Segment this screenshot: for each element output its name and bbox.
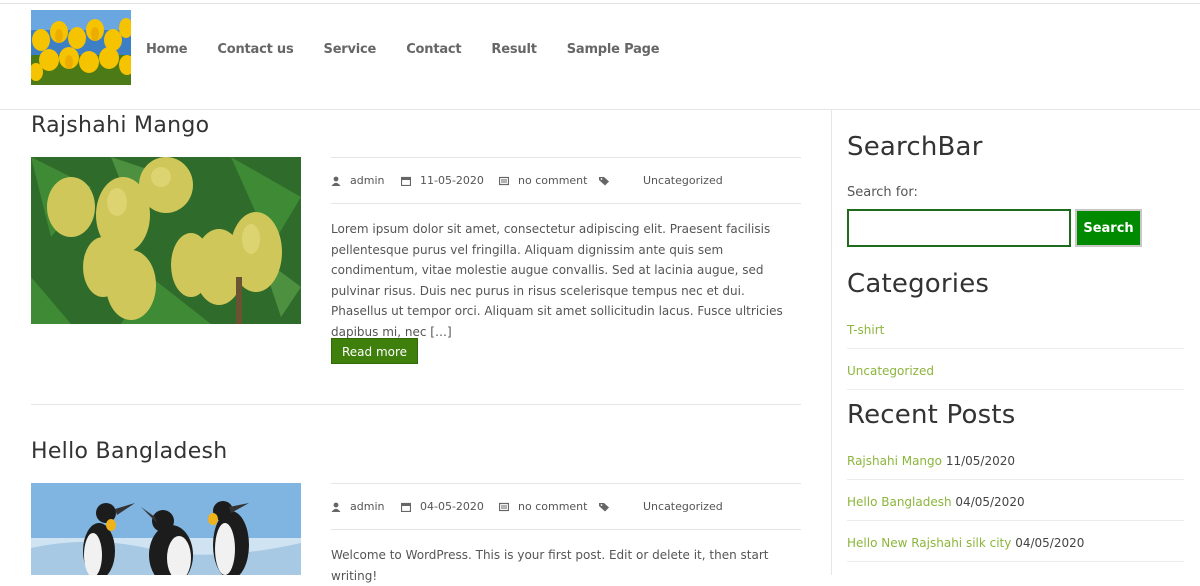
recent-post-item: Hello Bangladesh 04/05/2020 [847,495,1184,521]
post-meta: admin 04-05-2020 no comment Uncategorize… [331,483,801,530]
tags-icon [599,176,609,185]
nav-sample-page[interactable]: Sample Page [567,42,660,57]
meta-author: admin [331,174,401,187]
site-logo-tulips[interactable] [31,10,131,85]
category-link-uncategorized[interactable]: Uncategorized [847,364,1184,390]
recent-post-link[interactable]: Hello New Rajshahi silk city [847,536,1011,550]
nav-contact-us[interactable]: Contact us [217,42,293,57]
meta-comments: no comment [499,174,599,187]
meta-category-text[interactable]: Uncategorized [643,174,723,187]
meta-author-text[interactable]: admin [350,500,384,513]
meta-category-text[interactable]: Uncategorized [643,500,723,513]
nav-result[interactable]: Result [491,42,536,57]
meta-category: Uncategorized [599,500,723,513]
nav-home[interactable]: Home [146,42,188,57]
category-link-tshirt[interactable]: T-shirt [847,323,1184,349]
post-title[interactable]: Rajshahi Mango [31,113,209,138]
meta-date: 04-05-2020 [401,500,499,513]
recent-post-date: 04/05/2020 [1015,536,1085,550]
post-divider [31,404,801,405]
post-meta: admin 11-05-2020 no comment Uncategorize… [331,157,801,204]
recent-posts-title: Recent Posts [847,400,1016,430]
meta-author-text[interactable]: admin [350,174,384,187]
search-label: Search for: [847,185,918,200]
post-thumbnail-penguins[interactable] [31,483,301,575]
post-excerpt: Welcome to WordPress. This is your first… [331,548,769,583]
search-input[interactable] [847,209,1071,247]
meta-date-text[interactable]: 11-05-2020 [420,174,484,187]
meta-comments-text[interactable]: no comment [518,500,587,513]
nav-contact[interactable]: Contact [406,42,461,57]
calendar-icon [401,502,411,512]
search-widget-title: SearchBar [847,132,983,162]
meta-comments: no comment [499,500,599,513]
meta-comments-text[interactable]: no comment [518,174,587,187]
post-excerpt: Lorem ipsum dolor sit amet, consectetur … [331,222,783,339]
recent-post-item: Rajshahi Mango 11/05/2020 [847,454,1184,480]
main-nav: Home Contact us Service Contact Result S… [146,42,689,57]
recent-post-item: Hello New Rajshahi silk city 04/05/2020 [847,536,1184,562]
post-thumbnail-mango[interactable] [31,157,301,324]
tags-icon [599,502,609,511]
categories-title: Categories [847,269,990,299]
search-button[interactable]: Search [1075,209,1142,247]
recent-post-link[interactable]: Hello Bangladesh [847,495,952,509]
meta-author: admin [331,500,401,513]
recent-post-date: 04/05/2020 [955,495,1025,509]
meta-date-text[interactable]: 04-05-2020 [420,500,484,513]
comment-icon [499,502,509,511]
user-icon [331,502,341,512]
calendar-icon [401,176,411,186]
site-header: Home Contact us Service Contact Result S… [0,4,1200,110]
recent-post-date: 11/05/2020 [945,454,1015,468]
post-title[interactable]: Hello Bangladesh [31,439,228,464]
meta-date: 11-05-2020 [401,174,499,187]
recent-post-link[interactable]: Rajshahi Mango [847,454,942,468]
user-icon [331,176,341,186]
sidebar-divider [831,110,832,575]
read-more-button[interactable]: Read more [331,338,419,364]
comment-icon [499,176,509,185]
meta-category: Uncategorized [599,174,723,187]
nav-service[interactable]: Service [324,42,377,57]
